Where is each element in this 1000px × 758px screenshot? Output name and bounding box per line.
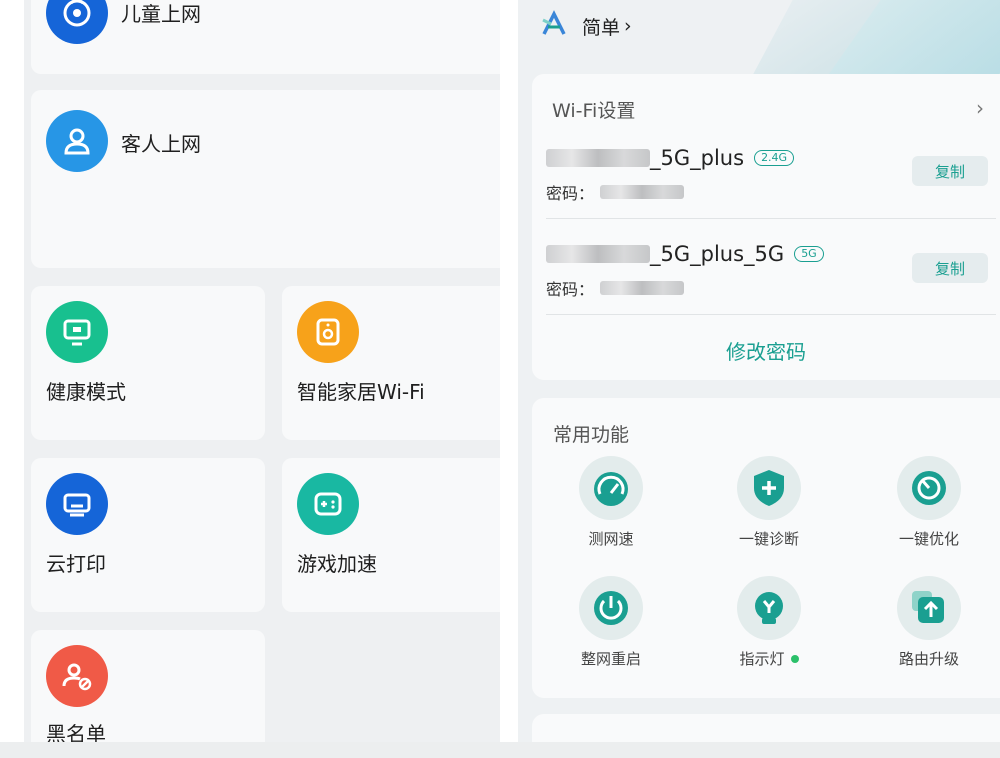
next-card xyxy=(532,714,1000,742)
indicator-light-icon xyxy=(737,576,801,640)
func-one-key-optimize[interactable]: 一键优化 xyxy=(864,456,994,549)
mode-switch[interactable]: 简单 › xyxy=(540,10,632,42)
tile-cloud-print[interactable]: 云打印 xyxy=(31,458,265,612)
masked-password xyxy=(600,185,685,199)
func-indicator-light[interactable]: 指示灯 xyxy=(704,576,834,669)
tile-guest-internet[interactable]: 客人上网 xyxy=(31,90,500,268)
tile-label: 黑名单 xyxy=(46,722,106,742)
tile-game-boost[interactable]: 游戏加速 xyxy=(282,458,500,612)
password-label: 密码： xyxy=(546,184,595,203)
tile-smart-home-wifi[interactable]: 智能家居Wi-Fi xyxy=(282,286,500,440)
tile-label: 游戏加速 xyxy=(297,552,377,576)
password-label: 密码： xyxy=(546,280,595,299)
printer-icon xyxy=(46,473,108,535)
divider xyxy=(546,218,996,219)
guest-user-icon xyxy=(46,110,108,172)
divider xyxy=(546,314,996,315)
func-label: 一键优化 xyxy=(898,530,959,548)
chevron-right-icon: › xyxy=(624,15,632,37)
change-password-link[interactable]: 修改密码 xyxy=(532,336,1000,365)
tile-label: 智能家居Wi-Fi xyxy=(297,380,425,404)
wifi-network-5g: _5G_plus_5G 5G 密码： 复制 xyxy=(546,242,996,300)
tile-label: 儿童上网 xyxy=(121,2,201,26)
ssid-suffix: _5G_plus_5G xyxy=(650,242,785,266)
wifi-network-24g: _5G_plus 2.4G 密码： 复制 xyxy=(546,146,996,204)
masked-ssid xyxy=(546,149,650,167)
func-network-restart[interactable]: 整网重启 xyxy=(546,576,676,669)
indicator-status-dot xyxy=(790,654,799,663)
wifi-settings-title[interactable]: Wi-Fi设置 xyxy=(552,96,635,123)
optimize-dial-icon xyxy=(897,456,961,520)
masked-password xyxy=(600,281,685,295)
func-label: 一键诊断 xyxy=(738,530,799,548)
masked-ssid xyxy=(546,245,650,263)
mode-label: 简单 xyxy=(582,16,621,39)
chevron-right-icon[interactable]: › xyxy=(976,96,984,120)
blocked-user-icon xyxy=(46,645,108,707)
left-edge xyxy=(0,0,24,742)
common-functions-title: 常用功能 xyxy=(553,424,630,446)
tile-label: 健康模式 xyxy=(46,380,126,404)
gamepad-icon xyxy=(297,473,359,535)
right-screen: 简单 › Wi-Fi设置 › _5G_plus 2.4G 密码： 复制 _5G_… xyxy=(518,0,1000,742)
smart-home-device-icon xyxy=(297,301,359,363)
tile-health-mode[interactable]: 健康模式 xyxy=(31,286,265,440)
copy-button[interactable]: 复制 xyxy=(912,253,988,283)
copy-button[interactable]: 复制 xyxy=(912,156,988,186)
brand-logo-icon xyxy=(540,10,568,42)
band-badge: 5G xyxy=(794,246,824,262)
child-face-icon xyxy=(46,0,108,44)
tile-label: 客人上网 xyxy=(121,132,201,156)
common-functions-card: 常用功能 测网速 一键诊断 一键优化 整网重启 指示灯 路由升级 xyxy=(532,398,1000,698)
func-one-key-diagnose[interactable]: 一键诊断 xyxy=(704,456,834,549)
tile-blacklist[interactable]: 黑名单 xyxy=(31,630,265,742)
func-label: 路由升级 xyxy=(898,650,959,668)
tile-label: 云打印 xyxy=(46,552,106,576)
power-icon xyxy=(579,576,643,640)
shield-plus-icon xyxy=(737,456,801,520)
func-speed-test[interactable]: 测网速 xyxy=(546,456,676,549)
ssid-suffix: _5G_plus xyxy=(650,146,745,170)
func-label: 测网速 xyxy=(588,530,634,548)
speedometer-icon xyxy=(579,456,643,520)
func-label: 整网重启 xyxy=(580,650,641,668)
func-label: 指示灯 xyxy=(739,648,799,669)
monitor-icon xyxy=(46,301,108,363)
func-router-upgrade[interactable]: 路由升级 xyxy=(864,576,994,669)
left-screen: 儿童上网 客人上网 健康模式 智能家居Wi-Fi 云打印 游戏加速 黑名单 xyxy=(0,0,500,742)
band-badge: 2.4G xyxy=(754,150,795,166)
bottom-bar xyxy=(0,742,1000,758)
upgrade-arrow-icon xyxy=(897,576,961,640)
indicator-label-text: 指示灯 xyxy=(739,650,785,668)
tile-child-internet[interactable]: 儿童上网 xyxy=(31,0,500,74)
wifi-settings-card: Wi-Fi设置 › _5G_plus 2.4G 密码： 复制 _5G_plus_… xyxy=(532,74,1000,380)
